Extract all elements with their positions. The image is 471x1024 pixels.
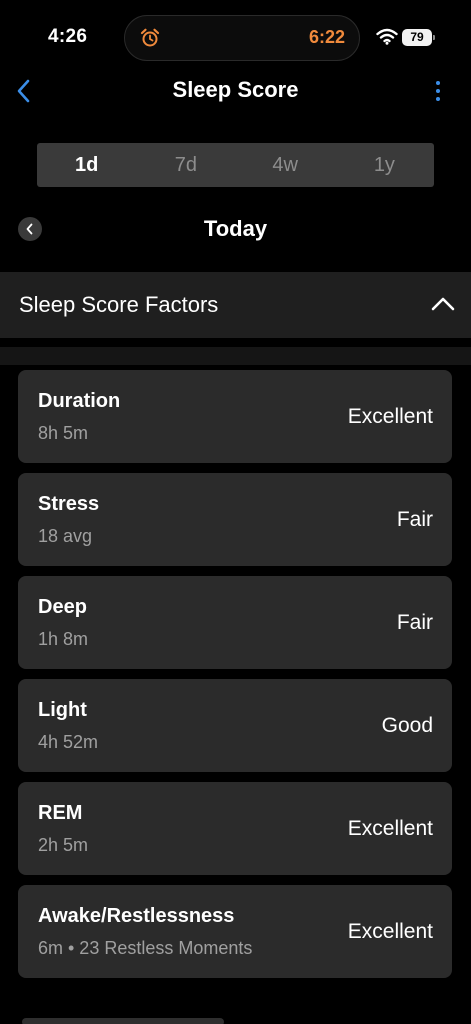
page-title: Sleep Score — [172, 77, 299, 102]
factor-card-duration[interactable]: Duration 8h 5m Excellent — [18, 370, 452, 463]
factor-name: Deep — [38, 596, 87, 618]
factor-rating: Excellent — [347, 817, 433, 840]
tab-1d[interactable]: 1d — [37, 143, 136, 187]
factor-detail: 6m • 23 Restless Moments — [38, 938, 253, 958]
tab-1y[interactable]: 1y — [335, 143, 434, 187]
wifi-icon — [376, 28, 398, 45]
factor-card-light[interactable]: Light 4h 52m Good — [18, 679, 452, 772]
factor-detail: 18 avg — [38, 526, 93, 546]
factor-detail: 8h 5m — [38, 423, 89, 443]
factor-rating: Excellent — [347, 920, 433, 943]
date-label: Today — [203, 216, 268, 241]
factor-list: Duration 8h 5m Excellent Stress 18 avg F… — [18, 370, 452, 988]
factor-rating: Fair — [396, 508, 433, 531]
tab-7d[interactable]: 7d — [136, 143, 235, 187]
section-title: Sleep Score Factors — [19, 292, 219, 317]
factor-card-stress[interactable]: Stress 18 avg Fair — [18, 473, 452, 566]
factor-rating: Good — [381, 714, 433, 737]
more-options-icon[interactable] — [428, 78, 448, 104]
factor-rating: Excellent — [347, 405, 433, 428]
status-time: 4:26 — [48, 26, 88, 47]
dynamic-island[interactable]: 6:22 — [124, 15, 360, 61]
alarm-clock-icon — [140, 28, 160, 47]
chevron-up-icon[interactable] — [430, 294, 456, 314]
factor-detail: 4h 52m — [38, 732, 99, 752]
factor-detail: 2h 5m — [38, 835, 89, 855]
range-selector: 1d 7d 4w 1y — [37, 143, 434, 187]
status-bar: 4:26 6:22 79 — [0, 0, 471, 76]
factor-name: Light — [38, 699, 87, 721]
factor-detail: 1h 8m — [38, 629, 89, 649]
section-divider — [0, 347, 471, 365]
tab-4w[interactable]: 4w — [236, 143, 335, 187]
factor-card-awake-restlessness[interactable]: Awake/Restlessness 6m • 23 Restless Mome… — [18, 885, 452, 978]
factor-name: REM — [38, 802, 83, 824]
alarm-time: 6:22 — [308, 27, 345, 47]
factor-card-rem[interactable]: REM 2h 5m Excellent — [18, 782, 452, 875]
sleep-score-factors-header[interactable]: Sleep Score Factors — [0, 272, 471, 338]
factor-card-deep[interactable]: Deep 1h 8m Fair — [18, 576, 452, 669]
next-section-edge — [22, 1018, 224, 1024]
factor-rating: Fair — [396, 611, 433, 634]
battery-indicator: 79 — [402, 29, 435, 46]
factor-name: Awake/Restlessness — [38, 905, 235, 927]
factor-name: Duration — [38, 390, 121, 412]
factor-name: Stress — [38, 493, 100, 515]
